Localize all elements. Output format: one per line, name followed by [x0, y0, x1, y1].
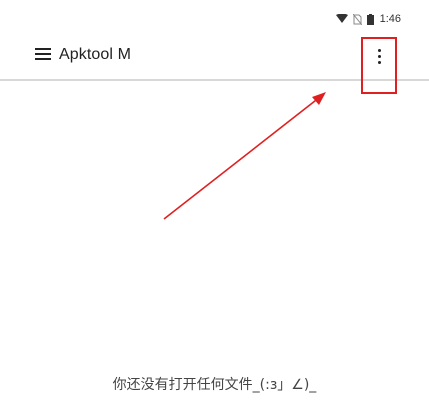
battery-icon: [366, 13, 374, 25]
app-title: Apktool M: [59, 46, 132, 63]
empty-state-message: 你还没有打开任何文件_(:з」∠)_: [112, 377, 317, 393]
status-time: 1:46: [379, 13, 401, 25]
annotation-highlight-box: [361, 37, 397, 94]
status-bar: 1:46: [0, 0, 429, 34]
status-icons: 1:46: [335, 12, 401, 26]
hamburger-menu-icon[interactable]: [35, 48, 51, 62]
wifi-icon: [335, 14, 348, 23]
no-sim-icon: [352, 13, 362, 25]
